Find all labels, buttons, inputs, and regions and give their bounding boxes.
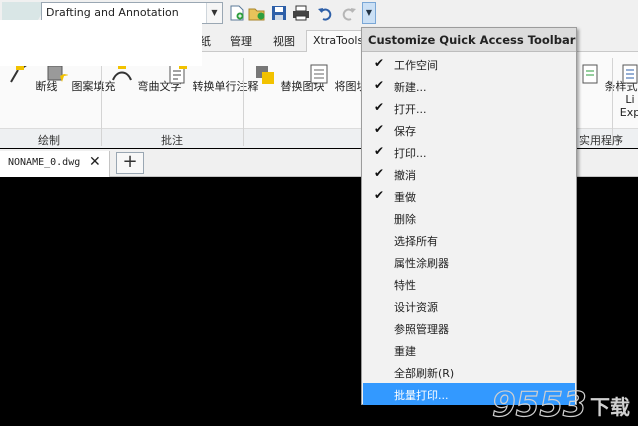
new-icon[interactable]	[228, 4, 246, 22]
replace-block-icon	[256, 66, 274, 84]
check-icon: ✔	[374, 122, 385, 136]
menu-item-label: 重建	[394, 345, 416, 358]
check-icon: ✔	[374, 144, 385, 158]
watermark-number: 9553	[492, 385, 587, 425]
check-icon: ✔	[374, 188, 385, 202]
print-icon[interactable]	[292, 4, 310, 22]
menu-item[interactable]: ✔ 打开...	[363, 97, 575, 119]
menu-item[interactable]: ✔ 撤消	[363, 163, 575, 185]
check-icon: ✔	[374, 166, 385, 180]
menu-item-label: 打开...	[394, 103, 427, 116]
group-label-annotation: 批注	[161, 134, 183, 147]
group-separator	[243, 58, 244, 146]
convert-annotation-label: 转换单行注释	[192, 80, 259, 93]
watermark-suffix: 下载	[590, 395, 630, 419]
list-export-icon	[622, 64, 638, 84]
tab-manage[interactable]: 管理	[230, 33, 252, 51]
menu-item-label: 删除	[394, 213, 416, 226]
chevron-down-icon[interactable]: ▼	[206, 3, 222, 23]
customize-arrow-icon[interactable]: ▼	[362, 2, 376, 24]
menu-item-label: 全部刷新(R)	[394, 367, 455, 380]
menu-item[interactable]: ✔ 打印...	[363, 141, 575, 163]
menu-item-label: 重做	[394, 191, 416, 204]
menu-item-label: 批量打印...	[394, 389, 449, 402]
open-icon[interactable]	[248, 4, 266, 22]
menu-item[interactable]: ✔ 保存	[363, 119, 575, 141]
menu-item-label: 属性涂刷器	[394, 257, 449, 270]
menu-item[interactable]: 设计资源	[363, 295, 575, 317]
hatch-fill-button[interactable]: 图案填充	[44, 62, 116, 94]
save-icon[interactable]	[270, 4, 288, 22]
menu-item[interactable]: 删除	[363, 207, 575, 229]
menu-item-label: 特性	[394, 279, 416, 292]
list-export-label-2: Exp	[619, 106, 638, 119]
watermark: 9553 下载	[491, 384, 630, 425]
check-icon: ✔	[374, 56, 385, 70]
menu-item-label: 工作空间	[394, 59, 438, 72]
redo-icon[interactable]	[340, 4, 358, 22]
menu-item-label: 参照管理器	[394, 323, 449, 336]
menu-item-label: 打印...	[394, 147, 427, 160]
list-export-label-1: Li	[625, 93, 635, 106]
check-icon: ✔	[374, 100, 385, 114]
menu-item[interactable]: 属性涂刷器	[363, 251, 575, 273]
close-icon[interactable]: ✕	[89, 154, 101, 170]
overlay-block	[0, 20, 202, 66]
group-label-utilities: 实用程序	[579, 134, 623, 147]
menu-item[interactable]: ✔ 工作空间	[363, 53, 575, 75]
add-tab-button[interactable]: +	[116, 152, 144, 174]
tab-view[interactable]: 视图	[273, 33, 295, 51]
convert-annotation-button[interactable]: 转换单行注释	[165, 62, 259, 94]
list-export-button[interactable]: Li Exp	[618, 62, 638, 119]
workspace-value: Drafting and Annotation	[46, 6, 179, 19]
document-tab-label: NONAME_0.dwg	[8, 157, 81, 168]
menu-item-label: 新建...	[394, 81, 427, 94]
menu-item-label: 保存	[394, 125, 416, 138]
group-separator	[101, 58, 102, 146]
menu-item-label: 设计资源	[394, 301, 438, 314]
menu-item-label: 选择所有	[394, 235, 438, 248]
menu-item[interactable]: 特性	[363, 273, 575, 295]
strip-style-icon	[582, 64, 598, 84]
menu-item[interactable]: 重建	[363, 339, 575, 361]
menu-title: Customize Quick Access Toolbar	[362, 28, 576, 52]
undo-icon[interactable]	[316, 4, 334, 22]
hatch-fill-label: 图案填充	[71, 80, 116, 93]
menu-item-label: 撤消	[394, 169, 416, 182]
replace-text-icon	[310, 64, 328, 84]
menu-item[interactable]: 参照管理器	[363, 317, 575, 339]
check-icon: ✔	[374, 78, 385, 92]
menu-item[interactable]: ✔ 重做	[363, 185, 575, 207]
customize-qat-menu: Customize Quick Access Toolbar ✔ 工作空间 ✔ 新建.…	[361, 27, 577, 405]
menu-item[interactable]: ✔ 新建...	[363, 75, 575, 97]
group-label-draw: 绘制	[38, 134, 60, 147]
menu-item[interactable]: 选择所有	[363, 229, 575, 251]
